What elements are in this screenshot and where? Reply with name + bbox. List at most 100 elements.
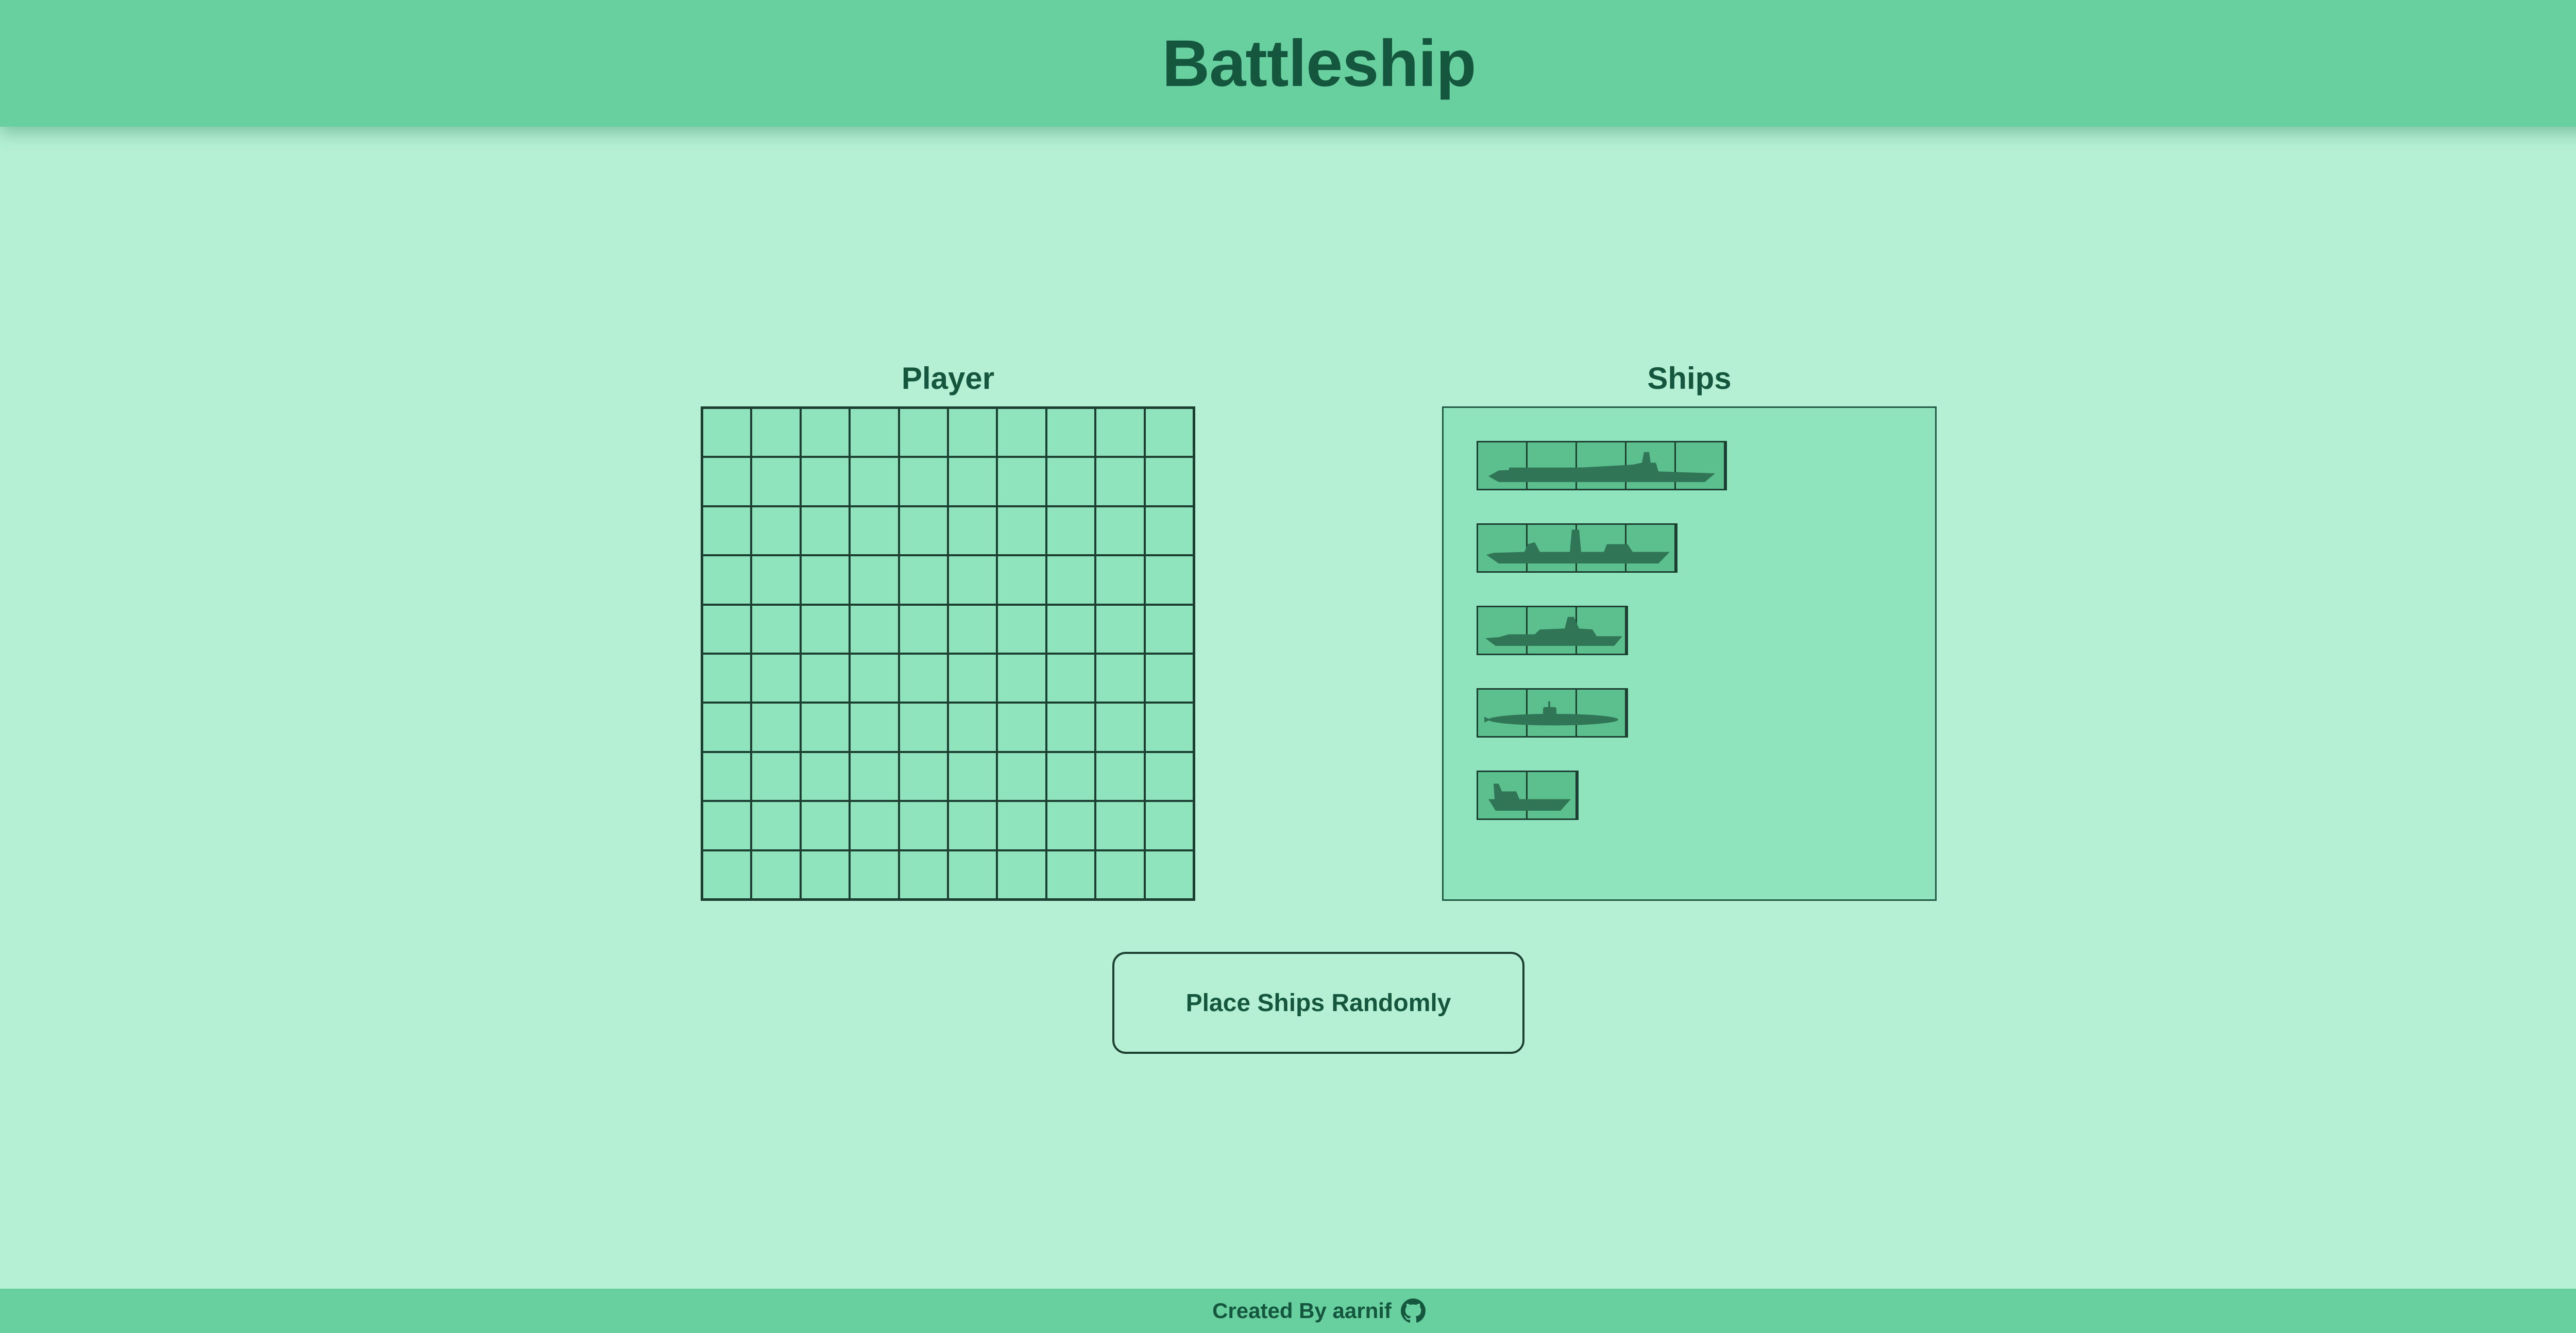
board-cell[interactable] [800, 801, 850, 850]
board-cell[interactable] [800, 408, 850, 457]
board-cell[interactable] [751, 801, 801, 850]
board-cell[interactable] [751, 457, 801, 506]
board-cell[interactable] [997, 850, 1046, 899]
board-cell[interactable] [702, 604, 752, 654]
github-icon[interactable] [1400, 1298, 1426, 1323]
place-ships-randomly-button[interactable]: Place Ships Randomly [1112, 952, 1524, 1054]
board-cell[interactable] [1046, 506, 1096, 556]
board-cell[interactable] [1144, 703, 1194, 752]
board-cell[interactable] [800, 703, 850, 752]
board-cell[interactable] [702, 408, 752, 457]
board-cell[interactable] [751, 604, 801, 654]
ship-carrier[interactable] [1477, 441, 1727, 490]
board-cell[interactable] [948, 654, 997, 703]
board-cell[interactable] [800, 654, 850, 703]
board-cell[interactable] [948, 751, 997, 801]
board-cell[interactable] [1144, 654, 1194, 703]
board-cell[interactable] [800, 555, 850, 605]
board-cell[interactable] [850, 703, 899, 752]
board-cell[interactable] [997, 506, 1046, 556]
board-cell[interactable] [1095, 506, 1145, 556]
board-cell[interactable] [997, 801, 1046, 850]
board-cell[interactable] [948, 604, 997, 654]
board-cell[interactable] [850, 801, 899, 850]
board-cell[interactable] [751, 408, 801, 457]
board-cell[interactable] [850, 751, 899, 801]
board-cell[interactable] [1095, 654, 1145, 703]
board-cell[interactable] [948, 703, 997, 752]
board-cell[interactable] [800, 850, 850, 899]
board-cell[interactable] [850, 555, 899, 605]
board-cell[interactable] [850, 604, 899, 654]
board-cell[interactable] [1144, 506, 1194, 556]
board-cell[interactable] [899, 604, 948, 654]
board-cell[interactable] [1046, 751, 1096, 801]
board-cell[interactable] [850, 408, 899, 457]
board-cell[interactable] [702, 703, 752, 752]
board-cell[interactable] [997, 408, 1046, 457]
board-cell[interactable] [997, 555, 1046, 605]
board-cell[interactable] [997, 457, 1046, 506]
board-cell[interactable] [899, 703, 948, 752]
board-cell[interactable] [702, 751, 752, 801]
board-cell[interactable] [751, 654, 801, 703]
ship-patrol-boat[interactable] [1477, 771, 1579, 820]
board-cell[interactable] [1144, 457, 1194, 506]
board-cell[interactable] [948, 457, 997, 506]
board-cell[interactable] [997, 703, 1046, 752]
board-cell[interactable] [948, 555, 997, 605]
board-cell[interactable] [1144, 555, 1194, 605]
board-cell[interactable] [1046, 801, 1096, 850]
board-cell[interactable] [702, 555, 752, 605]
board-cell[interactable] [800, 751, 850, 801]
board-cell[interactable] [751, 555, 801, 605]
ship-submarine[interactable] [1477, 688, 1628, 738]
board-cell[interactable] [850, 654, 899, 703]
ship-battleship[interactable] [1477, 523, 1677, 573]
board-cell[interactable] [800, 457, 850, 506]
board-cell[interactable] [948, 506, 997, 556]
board-cell[interactable] [997, 604, 1046, 654]
board-cell[interactable] [702, 801, 752, 850]
board-cell[interactable] [1046, 654, 1096, 703]
board-cell[interactable] [1046, 555, 1096, 605]
board-cell[interactable] [702, 506, 752, 556]
board-cell[interactable] [702, 850, 752, 899]
board-cell[interactable] [899, 751, 948, 801]
player-board[interactable] [701, 406, 1195, 901]
board-cell[interactable] [1046, 604, 1096, 654]
board-cell[interactable] [1144, 751, 1194, 801]
board-cell[interactable] [800, 604, 850, 654]
board-cell[interactable] [850, 506, 899, 556]
board-cell[interactable] [1095, 850, 1145, 899]
board-cell[interactable] [1046, 408, 1096, 457]
board-cell[interactable] [1046, 457, 1096, 506]
board-cell[interactable] [751, 506, 801, 556]
board-cell[interactable] [751, 850, 801, 899]
board-cell[interactable] [899, 654, 948, 703]
board-cell[interactable] [997, 751, 1046, 801]
board-cell[interactable] [899, 506, 948, 556]
board-cell[interactable] [702, 457, 752, 506]
board-cell[interactable] [899, 408, 948, 457]
board-cell[interactable] [1144, 850, 1194, 899]
board-cell[interactable] [850, 850, 899, 899]
board-cell[interactable] [1095, 555, 1145, 605]
board-cell[interactable] [1095, 408, 1145, 457]
board-cell[interactable] [800, 506, 850, 556]
board-cell[interactable] [1095, 751, 1145, 801]
board-cell[interactable] [751, 703, 801, 752]
board-cell[interactable] [1095, 703, 1145, 752]
board-cell[interactable] [948, 850, 997, 899]
board-cell[interactable] [997, 654, 1046, 703]
ship-destroyer[interactable] [1477, 606, 1628, 655]
board-cell[interactable] [1144, 604, 1194, 654]
board-cell[interactable] [1046, 703, 1096, 752]
board-cell[interactable] [1095, 801, 1145, 850]
board-cell[interactable] [1046, 850, 1096, 899]
board-cell[interactable] [899, 457, 948, 506]
board-cell[interactable] [899, 801, 948, 850]
board-cell[interactable] [1144, 408, 1194, 457]
board-cell[interactable] [850, 457, 899, 506]
board-cell[interactable] [948, 801, 997, 850]
